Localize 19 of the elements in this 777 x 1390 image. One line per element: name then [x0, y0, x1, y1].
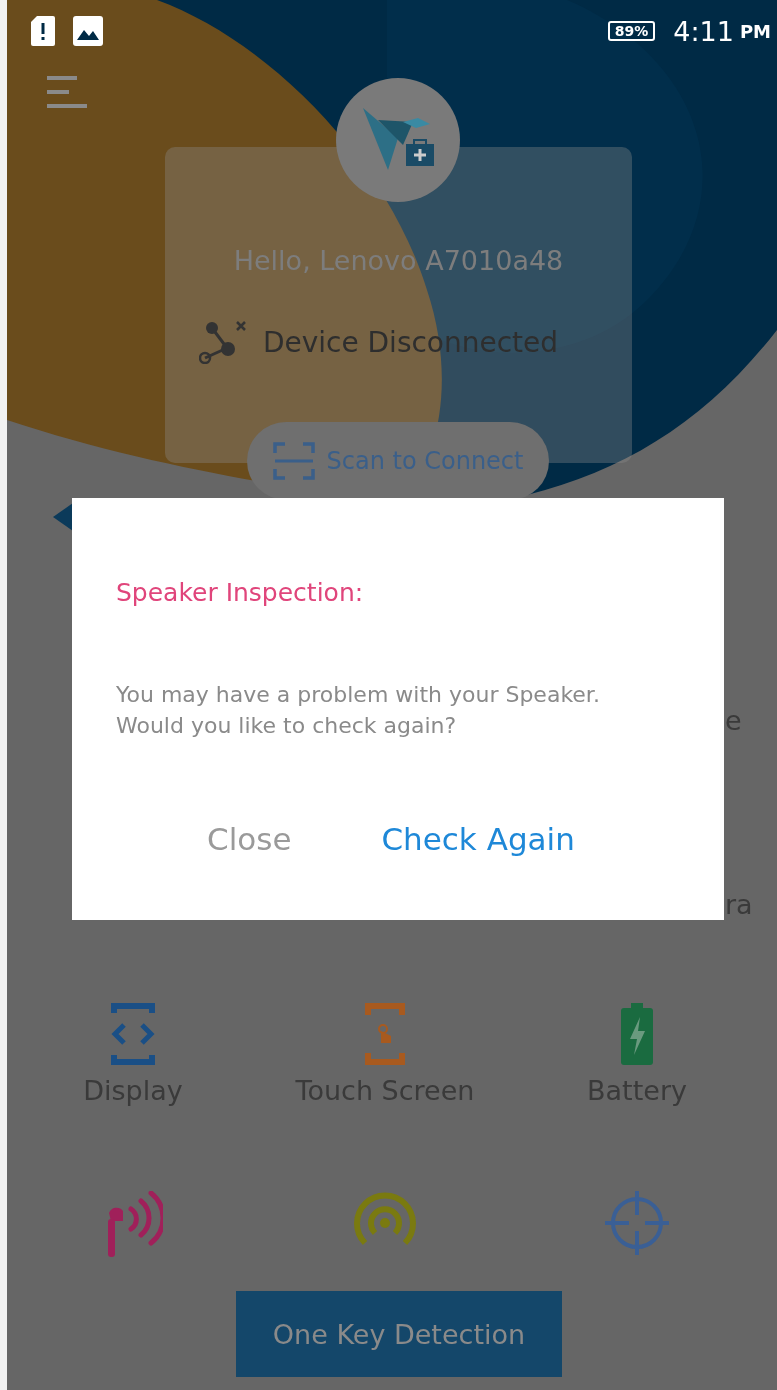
- triangle-icon: [53, 503, 73, 531]
- greeting-text: Hello, Lenovo A7010a48: [233, 245, 564, 276]
- scan-icon: [272, 441, 315, 481]
- sd-card-alert-icon: [31, 16, 55, 46]
- clock-period: PM: [739, 20, 771, 42]
- battery-indicator: 89%: [607, 21, 656, 41]
- dialog-message: You may have a problem with your Speaker. Would you like to check again?: [116, 681, 601, 740]
- image-icon: [73, 16, 103, 46]
- disconnected-icon: [198, 320, 247, 364]
- clock-time: 4:11: [673, 15, 734, 47]
- menu-icon[interactable]: [47, 76, 87, 108]
- crosshair-icon[interactable]: [605, 1191, 669, 1255]
- dialog-title: Speaker Inspection:: [116, 578, 365, 607]
- battery-icon[interactable]: [620, 1003, 654, 1065]
- one-key-detection-button[interactable]: One Key Detection: [236, 1291, 562, 1377]
- close-button[interactable]: Close: [202, 821, 297, 857]
- touch-screen-icon[interactable]: [365, 1003, 405, 1065]
- display-icon[interactable]: [110, 1003, 156, 1065]
- check-again-button[interactable]: Check Again: [376, 821, 580, 857]
